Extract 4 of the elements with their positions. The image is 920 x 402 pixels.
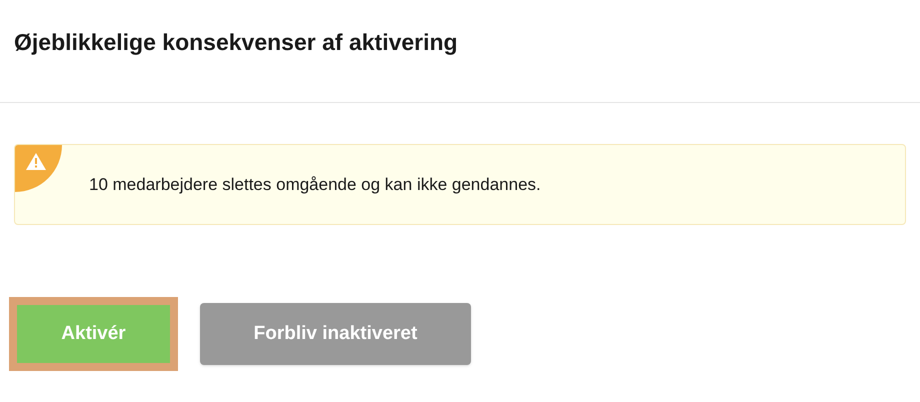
warning-icon [26, 153, 46, 170]
warning-message: 10 medarbejdere slettes omgående og kan ikke gendannes. [89, 174, 541, 196]
dialog-title: Øjeblikkelige konsekvenser af aktivering [14, 28, 458, 57]
activate-button[interactable]: Aktivér [17, 305, 170, 363]
